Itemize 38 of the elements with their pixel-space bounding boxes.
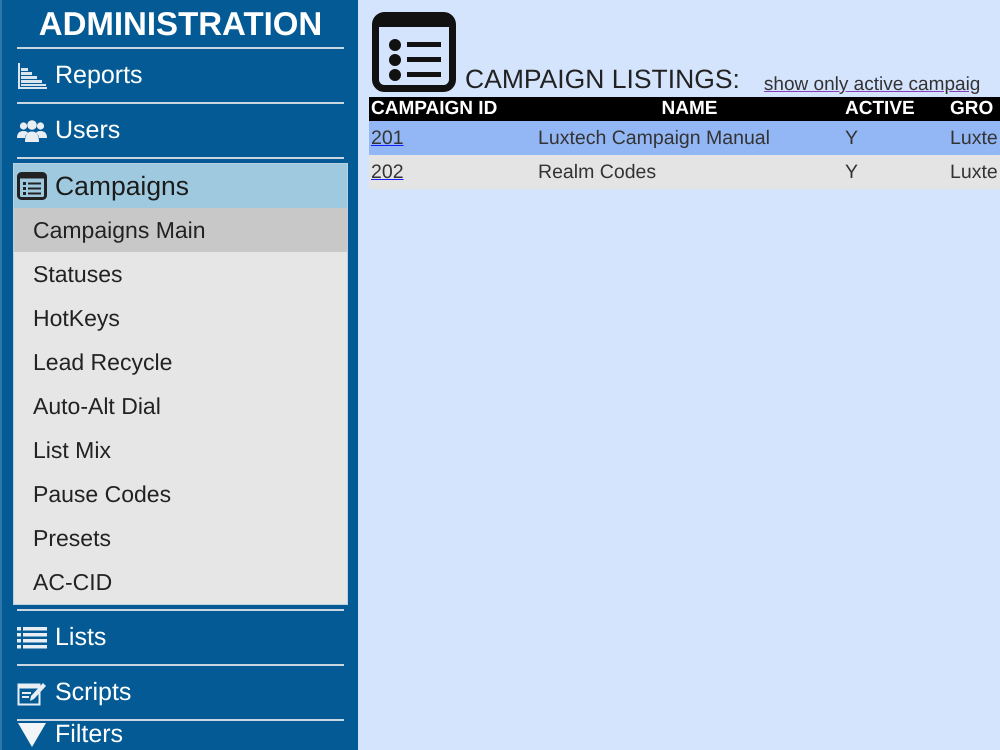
campaign-id-link[interactable]: 201 bbox=[371, 126, 404, 148]
column-header: NAME bbox=[660, 97, 718, 121]
table-cell-text: Realm Codes bbox=[537, 160, 658, 184]
submenu-item[interactable]: List Mix bbox=[14, 428, 347, 472]
nav-item[interactable]: Reports bbox=[13, 49, 348, 102]
nav-item[interactable]: Lists bbox=[13, 611, 348, 664]
submenu-item[interactable]: Presets bbox=[14, 516, 347, 560]
users-icon bbox=[17, 118, 47, 142]
page-title: CAMPAIGN LISTINGS: bbox=[465, 66, 740, 92]
table-cell-text: Luxte bbox=[949, 160, 999, 184]
submenu-item[interactable]: AC-CID bbox=[14, 560, 347, 604]
filter-link[interactable]: show only active campaig bbox=[764, 75, 980, 94]
campaign-id-link[interactable]: 202 bbox=[371, 160, 404, 182]
submenu-item[interactable]: Pause Codes bbox=[14, 472, 347, 516]
column-header: GRO bbox=[949, 97, 994, 121]
sidebar-title: ADMINISTRATION bbox=[38, 4, 324, 44]
nav-item[interactable]: Campaigns bbox=[14, 164, 347, 208]
table-cell-text: Y bbox=[844, 126, 860, 150]
submenu-item[interactable]: Campaigns Main bbox=[14, 208, 347, 252]
table-row[interactable]: 202 Realm Codes Y Luxte bbox=[369, 155, 1000, 189]
list-document-icon bbox=[372, 12, 456, 92]
list-icon bbox=[17, 626, 47, 650]
table-cell-text: Luxte bbox=[949, 126, 999, 150]
bar-chart-icon bbox=[17, 62, 47, 90]
nav-item[interactable]: Filters bbox=[13, 721, 348, 750]
submenu-item[interactable]: HotKeys bbox=[14, 296, 347, 340]
table-cell-text: Luxtech Campaign Manual bbox=[537, 126, 771, 150]
nav-item[interactable]: Scripts bbox=[13, 666, 348, 719]
column-header: ACTIVE bbox=[844, 97, 916, 121]
list-window-icon bbox=[17, 172, 47, 200]
submenu-item[interactable]: Lead Recycle bbox=[14, 340, 347, 384]
nav-item[interactable]: Users bbox=[13, 104, 348, 157]
column-header: CAMPAIGN ID bbox=[370, 97, 498, 121]
table-row[interactable]: 201 Luxtech Campaign Manual Y Luxte bbox=[369, 121, 1000, 155]
down-triangle-icon bbox=[17, 722, 47, 748]
submenu-item[interactable]: Auto-Alt Dial bbox=[14, 384, 347, 428]
table-cell-text: Y bbox=[844, 160, 860, 184]
submenu-item[interactable]: Statuses bbox=[14, 252, 347, 296]
